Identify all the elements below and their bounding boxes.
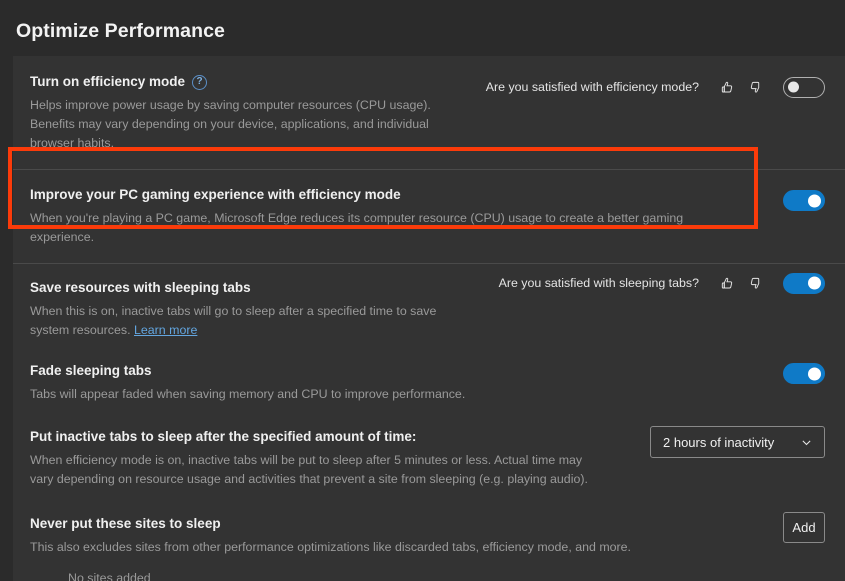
setting-row-fade-sleeping-tabs: Fade sleeping tabs Tabs will appear fade…: [13, 348, 845, 414]
fade-sleeping-tabs-toggle[interactable]: [783, 363, 825, 384]
toggle-knob: [808, 276, 821, 290]
sleeping-tabs-feedback: Are you satisfied with sleeping tabs?: [499, 270, 769, 296]
learn-more-link[interactable]: Learn more: [134, 323, 197, 337]
sleeping-tabs-controls: Are you satisfied with sleeping tabs?: [499, 270, 825, 296]
fade-sleeping-tabs-description: Tabs will appear faded when saving memor…: [30, 387, 466, 401]
toggle-knob: [808, 194, 821, 207]
optimize-performance-page: Optimize Performance Turn on efficiency …: [0, 0, 845, 581]
inactive-timer-description: When efficiency mode is on, inactive tab…: [30, 453, 588, 486]
pc-gaming-description: When you're playing a PC game, Microsoft…: [30, 211, 684, 244]
fade-sleeping-tabs-controls: [783, 363, 825, 384]
thumbs-up-icon[interactable]: [713, 74, 741, 100]
never-sleep-sites-description: This also excludes sites from other perf…: [30, 540, 631, 554]
setting-row-sleeping-tabs: Save resources with sleeping tabs When t…: [13, 264, 845, 348]
sleeping-tabs-description-text: When this is on, inactive tabs will go t…: [30, 304, 437, 337]
fade-sleeping-tabs-title: Fade sleeping tabs: [30, 363, 152, 378]
never-sleep-sites-title: Never put these sites to sleep: [30, 516, 221, 531]
efficiency-mode-feedback-label: Are you satisfied with efficiency mode?: [485, 80, 699, 94]
never-sleep-sites-empty-state: No sites added: [68, 571, 151, 581]
pc-gaming-controls: [783, 190, 825, 211]
efficiency-mode-feedback: Are you satisfied with efficiency mode?: [486, 74, 769, 100]
help-circle-icon[interactable]: ?: [192, 74, 208, 90]
thumbs-down-icon[interactable]: [741, 74, 769, 100]
pc-gaming-toggle[interactable]: [783, 190, 825, 211]
pc-gaming-title: Improve your PC gaming experience with e…: [30, 187, 401, 202]
inactivity-duration-dropdown[interactable]: 2 hours of inactivity: [650, 426, 825, 458]
settings-panel: Turn on efficiency mode ? Helps improve …: [13, 56, 845, 581]
setting-row-inactive-timer: Put inactive tabs to sleep after the spe…: [13, 414, 845, 501]
add-site-button[interactable]: Add: [783, 512, 825, 543]
sleeping-tabs-toggle[interactable]: [783, 272, 825, 294]
setting-row-efficiency-mode: Turn on efficiency mode ? Helps improve …: [13, 56, 845, 169]
thumbs-down-icon[interactable]: [741, 270, 769, 296]
toggle-knob: [808, 367, 821, 380]
toggle-knob: [787, 81, 799, 93]
page-title: Optimize Performance: [16, 20, 225, 42]
efficiency-mode-description: Helps improve power usage by saving comp…: [30, 98, 431, 150]
chevron-down-icon: [802, 440, 811, 445]
setting-row-never-sleep-sites: Never put these sites to sleep This also…: [13, 501, 845, 581]
efficiency-mode-label: Turn on efficiency mode: [30, 74, 186, 89]
inactivity-duration-value: 2 hours of inactivity: [663, 434, 775, 450]
efficiency-mode-toggle[interactable]: [783, 76, 825, 98]
setting-row-pc-gaming: Improve your PC gaming experience with e…: [13, 170, 845, 263]
efficiency-mode-controls: Are you satisfied with efficiency mode?: [486, 74, 825, 100]
sleeping-tabs-feedback-label: Are you satisfied with sleeping tabs?: [498, 276, 699, 290]
thumbs-up-icon[interactable]: [713, 270, 741, 296]
sleeping-tabs-description: When this is on, inactive tabs will go t…: [30, 302, 475, 340]
